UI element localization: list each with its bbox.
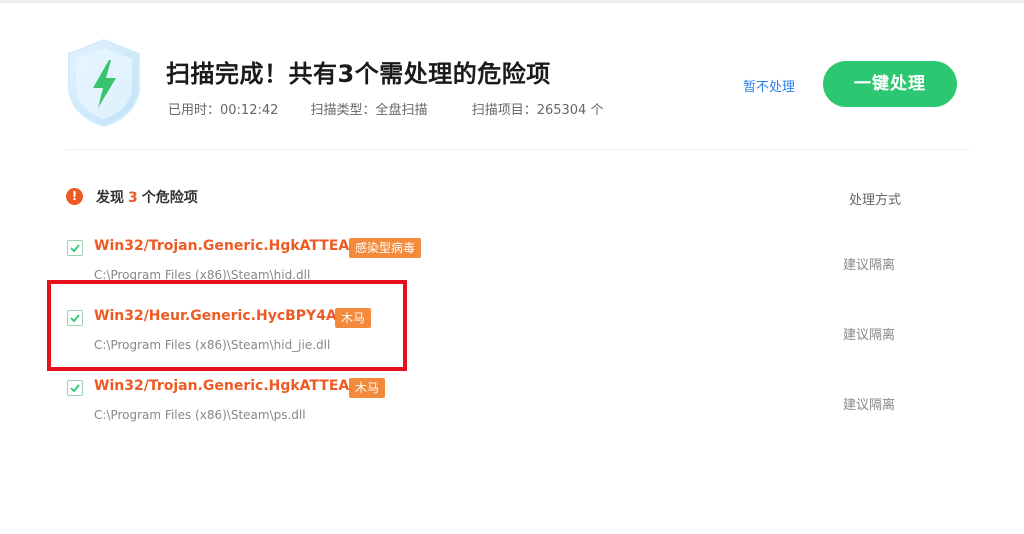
threat-type-tag: 木马	[349, 378, 386, 398]
shield-lightning-icon	[68, 38, 140, 128]
scan-type: 扫描类型：全盘扫描	[310, 103, 428, 118]
advice-quarantine[interactable]: 建议隔离	[843, 324, 895, 343]
threat-checkbox[interactable]	[67, 240, 83, 256]
advice-quarantine[interactable]: 建议隔离	[843, 394, 895, 413]
check-icon	[70, 384, 80, 393]
page-title: 扫描完成！共有3个需处理的危险项	[166, 60, 551, 88]
found-prefix: 发现	[96, 190, 124, 206]
warning-icon: !	[66, 188, 83, 205]
scan-stats: 已用时：00:12:42 扫描类型：全盘扫描 扫描项目：265304 个	[168, 99, 603, 118]
check-icon	[70, 244, 80, 253]
threat-count: 3	[128, 190, 138, 206]
threat-row: Win32/Trojan.Generic.HgkATTEA 木马 C:\Prog…	[0, 378, 1024, 440]
threat-name: Win32/Trojan.Generic.HgkATTEA	[94, 378, 350, 394]
threat-checkbox[interactable]	[67, 380, 83, 396]
found-suffix: 个危险项	[141, 190, 198, 206]
threat-name: Win32/Trojan.Generic.HgkATTEA	[94, 238, 350, 254]
highlight-annotation-box	[47, 280, 407, 371]
column-header-method: 处理方式	[849, 193, 902, 208]
divider	[66, 149, 970, 150]
elapsed-time: 已用时：00:12:42	[168, 103, 279, 118]
ignore-link[interactable]: 暂不处理	[743, 76, 795, 95]
top-border	[0, 0, 1024, 3]
threat-type-tag: 感染型病毒	[349, 238, 422, 258]
scan-items-count: 扫描项目：265304 个	[471, 103, 604, 118]
advice-quarantine[interactable]: 建议隔离	[843, 254, 895, 273]
threat-path: C:\Program Files (x86)\Steam\ps.dll	[94, 408, 306, 422]
one-click-fix-button[interactable]: 一键处理	[823, 61, 957, 107]
found-summary: 发现 3 个危险项	[96, 187, 198, 207]
